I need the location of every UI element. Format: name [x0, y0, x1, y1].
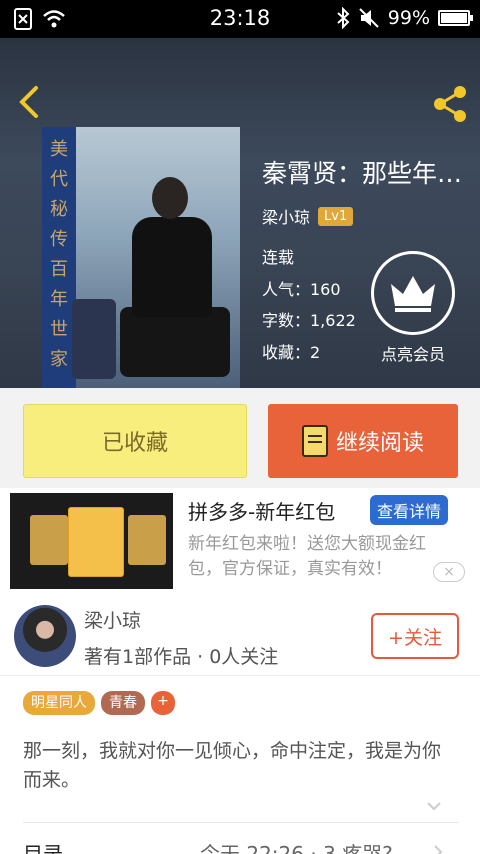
ad-card-main	[68, 507, 124, 577]
cover-char: 世	[50, 319, 68, 340]
cover-char: 代	[50, 169, 68, 190]
cover-char: 美	[50, 139, 68, 160]
author-card-meta: 著有1部作品 · 0人关注	[84, 646, 279, 668]
book-icon	[301, 425, 328, 457]
book-title: 秦霄贤：那些年…	[262, 159, 463, 188]
status-right: 99%	[336, 7, 473, 29]
book-favorites: 收藏：2	[262, 343, 321, 362]
ad-thumbnail	[10, 493, 173, 589]
add-tag-button[interactable]: +	[151, 691, 175, 715]
synopsis: 那一刻，我就对你一见倾心，命中注定，我是为你而来。	[23, 740, 442, 791]
table-of-contents-row[interactable]: 目录 今天 22:26 · 3.疼哭?	[0, 836, 480, 854]
tag-list: 明星同人 青春 +	[23, 691, 175, 715]
battery-percent: 99%	[387, 7, 430, 29]
ad-banner[interactable]: 拼多多-新年红包 查看详情 新年红包来啦！送您大额现金红包，官方保证，真实有效！…	[0, 488, 480, 596]
cover-char: 百	[50, 259, 68, 280]
cover-char: 家	[50, 349, 68, 370]
back-icon[interactable]	[14, 82, 46, 122]
chevron-right-icon	[434, 845, 443, 854]
avatar[interactable]	[14, 605, 76, 667]
ad-title: 拼多多-新年红包	[188, 500, 336, 524]
ad-card-right	[128, 515, 166, 565]
ad-card-left	[30, 515, 68, 565]
book-cover[interactable]: 美代秘传百年世家	[42, 127, 240, 388]
divider	[23, 822, 458, 823]
action-bar: 已收藏 继续阅读	[0, 388, 480, 488]
book-status: 连载	[262, 248, 295, 267]
toc-latest-update: 今天 22:26 · 3.疼哭?	[200, 842, 393, 854]
author-card: 梁小琼 著有1部作品 · 0人关注 +关注	[0, 596, 480, 676]
book-word-count: 字数：1,622	[262, 311, 356, 330]
book-header: 美代秘传百年世家 秦霄贤：那些年… 梁小琼 Lv1 连载 人气：160 字数：1…	[0, 38, 480, 388]
battery-icon	[438, 10, 473, 26]
chevron-down-icon[interactable]	[426, 800, 442, 812]
cover-luggage	[72, 299, 116, 379]
author-row: 梁小琼 Lv1	[262, 204, 354, 228]
cover-figure-legs	[120, 307, 230, 377]
membership-label: 点亮会员	[380, 345, 445, 364]
continue-reading-label: 继续阅读	[335, 431, 424, 456]
crown-icon	[391, 276, 435, 312]
cover-char: 秘	[50, 199, 68, 220]
cover-text-panel: 美代秘传百年世家	[42, 127, 76, 388]
ad-close-icon[interactable]: ×	[433, 562, 465, 582]
status-bar: 23:18 99%	[0, 0, 480, 38]
level-badge: Lv1	[318, 206, 354, 226]
cover-char: 年	[50, 289, 68, 310]
author-card-name[interactable]: 梁小琼	[84, 606, 141, 633]
membership-button[interactable]: 点亮会员	[368, 251, 458, 371]
tag-item[interactable]: 明星同人	[23, 691, 95, 715]
toc-label: 目录	[23, 842, 63, 854]
follow-button[interactable]: +关注	[371, 613, 459, 659]
tag-item[interactable]: 青春	[101, 691, 145, 715]
favorited-button[interactable]: 已收藏	[23, 404, 247, 478]
ad-details-button[interactable]: 查看详情	[370, 495, 449, 525]
mute-icon	[359, 8, 379, 28]
author-name[interactable]: 梁小琼	[262, 204, 310, 228]
battery-fill	[441, 13, 467, 23]
cover-char: 传	[50, 229, 68, 250]
cover-figure-head	[152, 177, 188, 219]
continue-reading-button[interactable]: 继续阅读	[268, 404, 458, 478]
cover-figure-body	[132, 217, 212, 317]
ad-description: 新年红包来啦！送您大额现金红包，官方保证，真实有效！	[188, 534, 426, 579]
share-icon[interactable]	[430, 84, 470, 124]
crown-circle	[371, 251, 455, 335]
bluetooth-icon	[337, 7, 350, 29]
book-popularity: 人气：160	[262, 280, 341, 299]
